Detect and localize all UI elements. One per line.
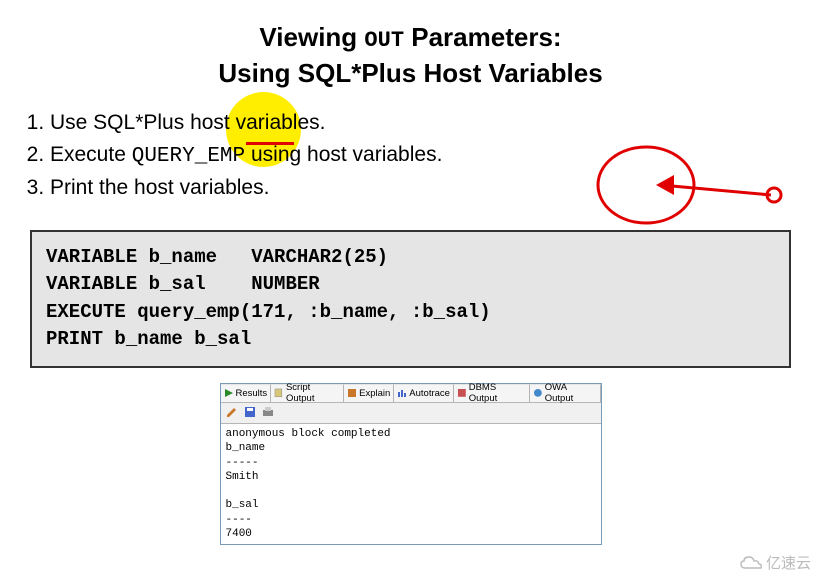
autotrace-icon [397, 388, 407, 398]
host-word: host [190, 111, 230, 134]
tab-autotrace[interactable]: Autotrace [394, 384, 454, 402]
output-body-text: anonymous block completed b_name ----- S… [221, 424, 601, 544]
tab-explain[interactable]: Explain [344, 384, 394, 402]
print-icon[interactable] [261, 405, 275, 419]
explain-icon [347, 388, 357, 398]
title-out-keyword: OUT [364, 28, 404, 53]
sql-output-panel: Results Script Output Explain Autotrace … [220, 383, 602, 545]
cloud-icon [740, 555, 762, 571]
output-toolbar [221, 403, 601, 424]
title-line2: Using SQL*Plus Host Variables [218, 58, 602, 88]
slide-title: Viewing OUT Parameters: Using SQL*Plus H… [30, 20, 791, 91]
play-icon [224, 388, 234, 398]
title-line1-post: Parameters: [404, 22, 562, 52]
title-line1-pre: Viewing [259, 22, 364, 52]
step-1: Use SQL*Plus host variables. [50, 111, 791, 135]
tab-dbms-output[interactable]: DBMS Output [454, 384, 530, 402]
tab-script-output[interactable]: Script Output [271, 384, 344, 402]
dbms-icon [457, 388, 467, 398]
pencil-icon[interactable] [225, 405, 239, 419]
script-icon [274, 388, 284, 398]
output-tabs-row: Results Script Output Explain Autotrace … [221, 384, 601, 403]
globe-icon [533, 388, 543, 398]
watermark: 亿速云 [740, 552, 811, 573]
tab-owa-output[interactable]: OWA Output [530, 384, 601, 402]
steps-list: Use SQL*Plus host variables. Execute QUE… [50, 111, 791, 200]
query-emp-code: QUERY_EMP [132, 145, 245, 168]
sql-code-block: VARIABLE b_name VARCHAR2(25) VARIABLE b_… [30, 230, 791, 368]
tab-results[interactable]: Results [221, 384, 272, 402]
save-icon[interactable] [243, 405, 257, 419]
step-3: Print the host variables. [50, 176, 791, 200]
step-2: Execute QUERY_EMP using host variables. [50, 143, 791, 168]
